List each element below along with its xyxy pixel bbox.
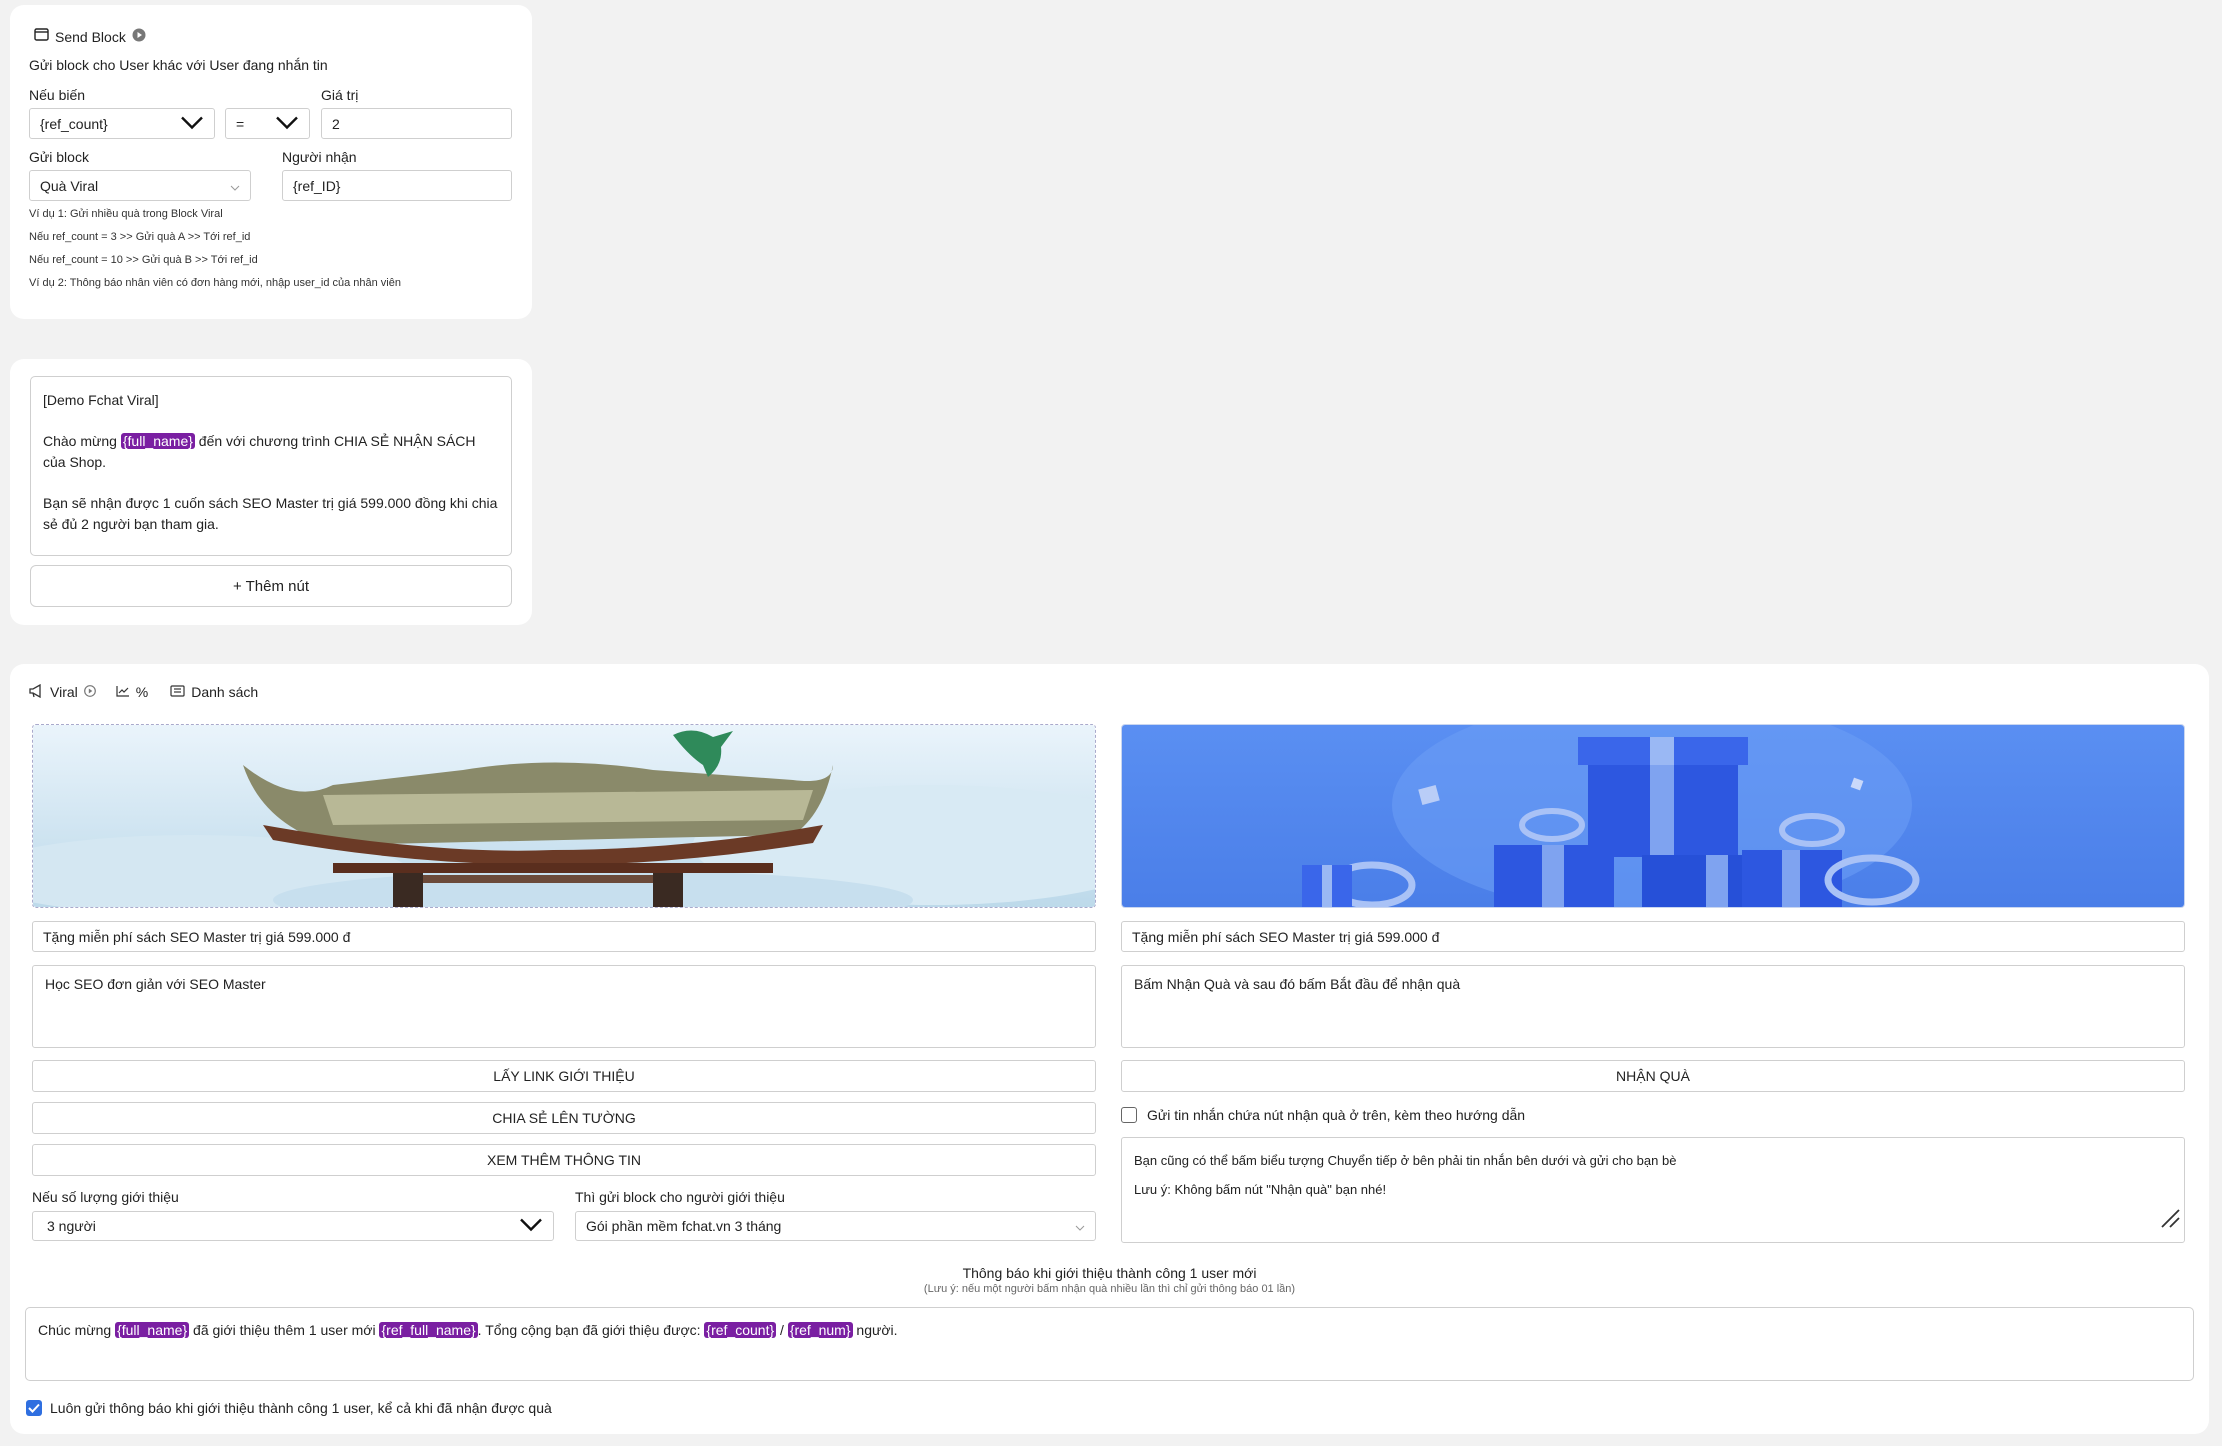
example-text: Ví dụ 1: Gửi nhiều quà trong Block Viral [29, 208, 223, 220]
left-title-input[interactable]: Tặng miễn phí sách SEO Master trị giá 59… [32, 921, 1096, 952]
viral-card: Viral % Danh sách Tặng miễn phí sách SEO… [10, 664, 2209, 1434]
chevron-down-icon [275, 115, 299, 132]
chevron-down-icon [180, 115, 204, 132]
operator-select[interactable]: = [225, 108, 310, 139]
example-text: Nếu ref_count = 10 >> Gửi quà B >> Tới r… [29, 254, 258, 266]
variable-tag: {full_name} [120, 433, 195, 449]
operator-select-value: = [236, 115, 245, 132]
send-block-header: Send Block [34, 27, 146, 47]
variable-select-value: {ref_count} [40, 115, 108, 132]
right-description-text: Bấm Nhận Quà và sau đó bấm Bắt đầu để nh… [1134, 976, 1461, 992]
send-block-title: Send Block [55, 29, 126, 45]
ref-count-select[interactable]: 3 người [32, 1211, 554, 1241]
text-block-card: [Demo Fchat Viral] Chào mừng {full_name}… [10, 359, 532, 625]
variable-select[interactable]: {ref_count} [29, 108, 215, 139]
value-input[interactable]: 2 [321, 108, 512, 139]
hero-image-left[interactable] [32, 724, 1096, 908]
share-to-wall-button[interactable]: CHIA SẺ LÊN TƯỜNG [32, 1102, 1096, 1134]
guide-line: Lưu ý: Không bấm nút "Nhận quà" bạn nhé! [1134, 1182, 1387, 1197]
right-title-input[interactable]: Tặng miễn phí sách SEO Master trị giá 59… [1121, 921, 2185, 952]
message-line: Bạn sẽ nhận được 1 cuốn sách SEO Master … [43, 495, 498, 532]
chevron-down-icon [519, 1218, 543, 1235]
temple-image [33, 725, 1095, 907]
ref-count-label: Nếu số lượng giới thiệu [32, 1189, 179, 1205]
tab-list[interactable]: Danh sách [191, 684, 258, 700]
ref-count-value: 3 người [47, 1218, 96, 1234]
always-notify-label: Luôn gửi thông báo khi giới thiệu thành … [50, 1400, 552, 1416]
notify-textarea[interactable]: Chúc mừng {full_name} đã giới thiệu thêm… [25, 1307, 2194, 1381]
variable-tag: {ref_count} [704, 1322, 777, 1338]
left-description-textarea[interactable]: Học SEO đơn giản với SEO Master [32, 965, 1096, 1048]
line-chart-icon [116, 684, 130, 700]
notify-note: (Lưu ý: nếu một người bấm nhận quà nhiều… [923, 1283, 1296, 1295]
recipient-input[interactable]: {ref_ID} [282, 170, 512, 201]
megaphone-icon [29, 683, 44, 701]
window-icon [34, 28, 49, 46]
viral-tabs: Viral % Danh sách [29, 682, 258, 702]
variable-tag: {full_name} [115, 1322, 190, 1338]
receive-gift-button[interactable]: NHẬN QUÀ [1121, 1060, 2185, 1092]
always-notify-row: Luôn gửi thông báo khi giới thiệu thành … [26, 1397, 552, 1419]
guide-textarea[interactable]: Bạn cũng có thể bấm biểu tượng Chuyển ti… [1121, 1137, 2185, 1243]
send-block-subtitle: Gửi block cho User khác với User đang nh… [29, 57, 328, 73]
notify-title: Thông báo khi giới thiệu thành công 1 us… [962, 1265, 1257, 1281]
block-select-value: Quà Viral [40, 177, 99, 194]
send-block-card: Send Block Gửi block cho User khác với U… [10, 5, 532, 319]
play-icon[interactable] [132, 28, 146, 47]
left-title-text: Tặng miễn phí sách SEO Master trị giá 59… [43, 928, 351, 945]
right-description-textarea[interactable]: Bấm Nhận Quà và sau đó bấm Bắt đầu để nh… [1121, 965, 2185, 1048]
recipient-input-text: {ref_ID} [293, 177, 341, 194]
more-info-button[interactable]: XEM THÊM THÔNG TIN [32, 1144, 1096, 1176]
referrer-block-select[interactable]: Gói phần mềm fchat.vn 3 tháng [575, 1211, 1096, 1241]
value-label: Giá trị [321, 87, 359, 103]
chevron-down-icon [230, 178, 240, 194]
example-text: Ví dụ 2: Thông báo nhân viên có đơn hàng… [29, 277, 401, 289]
send-guide-checkbox-label: Gửi tin nhắn chứa nút nhận quà ở trên, k… [1147, 1107, 1526, 1123]
referrer-block-value: Gói phần mềm fchat.vn 3 tháng [586, 1218, 782, 1234]
gift-image [1122, 725, 2184, 907]
message-line: Chào mừng {full_name} đến với chương trì… [43, 433, 476, 470]
get-referral-link-button[interactable]: LẤY LINK GIỚI THIỆU [32, 1060, 1096, 1092]
send-block-label: Gửi block [29, 149, 89, 165]
tab-percent[interactable]: % [136, 684, 148, 700]
example-text: Nếu ref_count = 3 >> Gửi quà A >> Tới re… [29, 231, 251, 243]
tab-viral[interactable]: Viral [50, 684, 78, 700]
resize-handle-icon[interactable] [2158, 1206, 2180, 1238]
chevron-down-icon [1075, 1218, 1085, 1234]
block-select[interactable]: Quà Viral [29, 170, 251, 201]
value-input-text: 2 [332, 115, 340, 132]
send-guide-checkbox-row: Gửi tin nhắn chứa nút nhận quà ở trên, k… [1121, 1104, 1525, 1126]
if-var-label: Nếu biến [29, 87, 86, 103]
right-title-text: Tặng miễn phí sách SEO Master trị giá 59… [1132, 928, 1440, 945]
add-button[interactable]: + Thêm nút [30, 565, 512, 607]
play-icon[interactable] [83, 684, 96, 700]
recipient-label: Người nhận [282, 149, 357, 165]
message-textarea[interactable]: [Demo Fchat Viral] Chào mừng {full_name}… [30, 376, 512, 556]
list-icon [170, 684, 185, 700]
message-line: [Demo Fchat Viral] [43, 392, 159, 408]
variable-tag: {ref_full_name} [379, 1322, 478, 1338]
variable-tag: {ref_num} [787, 1322, 853, 1338]
send-block-referrer-label: Thì gửi block cho người giới thiệu [575, 1189, 785, 1205]
send-guide-checkbox[interactable] [1121, 1107, 1137, 1123]
left-description-text: Học SEO đơn giản với SEO Master [45, 976, 266, 992]
guide-line: Bạn cũng có thể bấm biểu tượng Chuyển ti… [1134, 1153, 1677, 1168]
always-notify-checkbox[interactable] [26, 1400, 42, 1416]
hero-image-right[interactable] [1121, 724, 2185, 908]
